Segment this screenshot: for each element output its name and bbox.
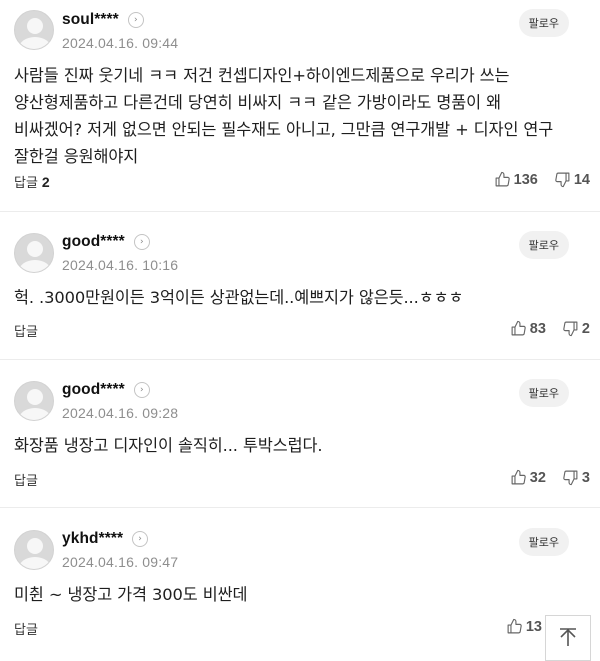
comment-text: 미췬 ~ 냉장고 가격 300도 비싼데 bbox=[14, 585, 248, 604]
chevron-right-icon[interactable]: › bbox=[127, 12, 144, 28]
vote-group: 83 2 bbox=[494, 320, 590, 337]
dislike-count: 14 bbox=[573, 171, 590, 188]
reply-button[interactable]: 답글 bbox=[14, 470, 38, 489]
thumbs-down-icon bbox=[563, 470, 578, 486]
username[interactable]: good**** bbox=[62, 381, 125, 399]
like-button[interactable]: 13 bbox=[506, 618, 542, 635]
reply-count: 2 bbox=[41, 173, 50, 190]
like-count: 13 bbox=[525, 618, 542, 635]
dislike-button[interactable]: 3 bbox=[562, 469, 590, 486]
author-row: good**** › bbox=[62, 233, 150, 251]
reply-button[interactable]: 답글 bbox=[14, 619, 38, 638]
vote-group: 32 3 bbox=[494, 469, 590, 486]
thumbs-down-icon bbox=[555, 172, 570, 188]
thumbs-down-icon bbox=[563, 321, 578, 337]
avatar[interactable] bbox=[14, 233, 54, 273]
follow-button[interactable]: 팔로우 bbox=[518, 231, 569, 259]
comment-item: good**** › 2024.04.16. 09:28 팔로우 화장품 냉장고… bbox=[0, 360, 600, 508]
thumbs-up-icon bbox=[511, 320, 526, 336]
follow-button[interactable]: 팔로우 bbox=[518, 528, 569, 556]
author-row: ykhd**** › bbox=[62, 530, 149, 548]
comment-date: 2024.04.16. 09:28 bbox=[62, 405, 179, 421]
like-count: 83 bbox=[529, 320, 546, 337]
author-row: soul**** › bbox=[62, 11, 144, 29]
username[interactable]: good**** bbox=[62, 233, 125, 251]
username[interactable]: soul**** bbox=[62, 11, 119, 29]
username[interactable]: ykhd**** bbox=[62, 530, 123, 548]
vote-group: 13 bbox=[490, 618, 542, 635]
reply-label: 답글 bbox=[14, 325, 38, 340]
arrow-up-icon bbox=[560, 628, 576, 646]
like-count: 32 bbox=[529, 469, 546, 486]
like-button[interactable]: 136 bbox=[494, 171, 538, 188]
reply-button[interactable]: 답글 bbox=[14, 321, 38, 340]
avatar[interactable] bbox=[14, 10, 54, 50]
chevron-right-icon[interactable]: › bbox=[132, 531, 149, 547]
chevron-right-icon[interactable]: › bbox=[133, 382, 150, 398]
comment-item: soul**** › 2024.04.16. 09:44 팔로우 사람들 진짜 … bbox=[0, 0, 600, 212]
thumbs-up-icon bbox=[507, 618, 522, 634]
comment-text: 사람들 진짜 웃기네 ㅋㅋ 저건 컨셉디자인+하이엔드제품으로 우리가 쓰는 양… bbox=[14, 66, 554, 166]
follow-button[interactable]: 팔로우 bbox=[518, 379, 569, 407]
comment-date: 2024.04.16. 09:47 bbox=[62, 554, 179, 570]
avatar[interactable] bbox=[14, 530, 54, 570]
follow-button[interactable]: 팔로우 bbox=[518, 9, 569, 37]
chevron-right-icon[interactable]: › bbox=[133, 234, 150, 250]
like-count: 136 bbox=[513, 171, 538, 188]
like-button[interactable]: 83 bbox=[510, 320, 546, 337]
author-row: good**** › bbox=[62, 381, 150, 399]
scroll-to-top-button[interactable] bbox=[545, 615, 591, 661]
thumbs-up-icon bbox=[495, 171, 510, 187]
reply-label: 답글 bbox=[14, 474, 38, 489]
thumbs-up-icon bbox=[511, 469, 526, 485]
dislike-button[interactable]: 2 bbox=[562, 320, 590, 337]
comment-text: 화장품 냉장고 디자인이 솔직히... 투박스럽다. bbox=[14, 436, 323, 455]
like-button[interactable]: 32 bbox=[510, 469, 546, 486]
comment-date: 2024.04.16. 09:44 bbox=[62, 35, 179, 51]
comment-item: ykhd**** › 2024.04.16. 09:47 팔로우 미췬 ~ 냉장… bbox=[0, 508, 600, 661]
reply-label: 답글 bbox=[14, 176, 38, 191]
avatar[interactable] bbox=[14, 381, 54, 421]
comment-date: 2024.04.16. 10:16 bbox=[62, 257, 179, 273]
vote-group: 136 14 bbox=[478, 171, 590, 188]
dislike-count: 3 bbox=[581, 469, 590, 486]
comment-text: 헉. .3000만원이든 3억이든 상관없는데..예쁘지가 않은듯...ㅎㅎㅎ bbox=[14, 288, 464, 307]
dislike-count: 2 bbox=[581, 320, 590, 337]
reply-label: 답글 bbox=[14, 623, 38, 638]
dislike-button[interactable]: 14 bbox=[554, 171, 590, 188]
comment-item: good**** › 2024.04.16. 10:16 팔로우 헉. .300… bbox=[0, 212, 600, 360]
reply-button[interactable]: 답글 2 bbox=[14, 172, 50, 192]
